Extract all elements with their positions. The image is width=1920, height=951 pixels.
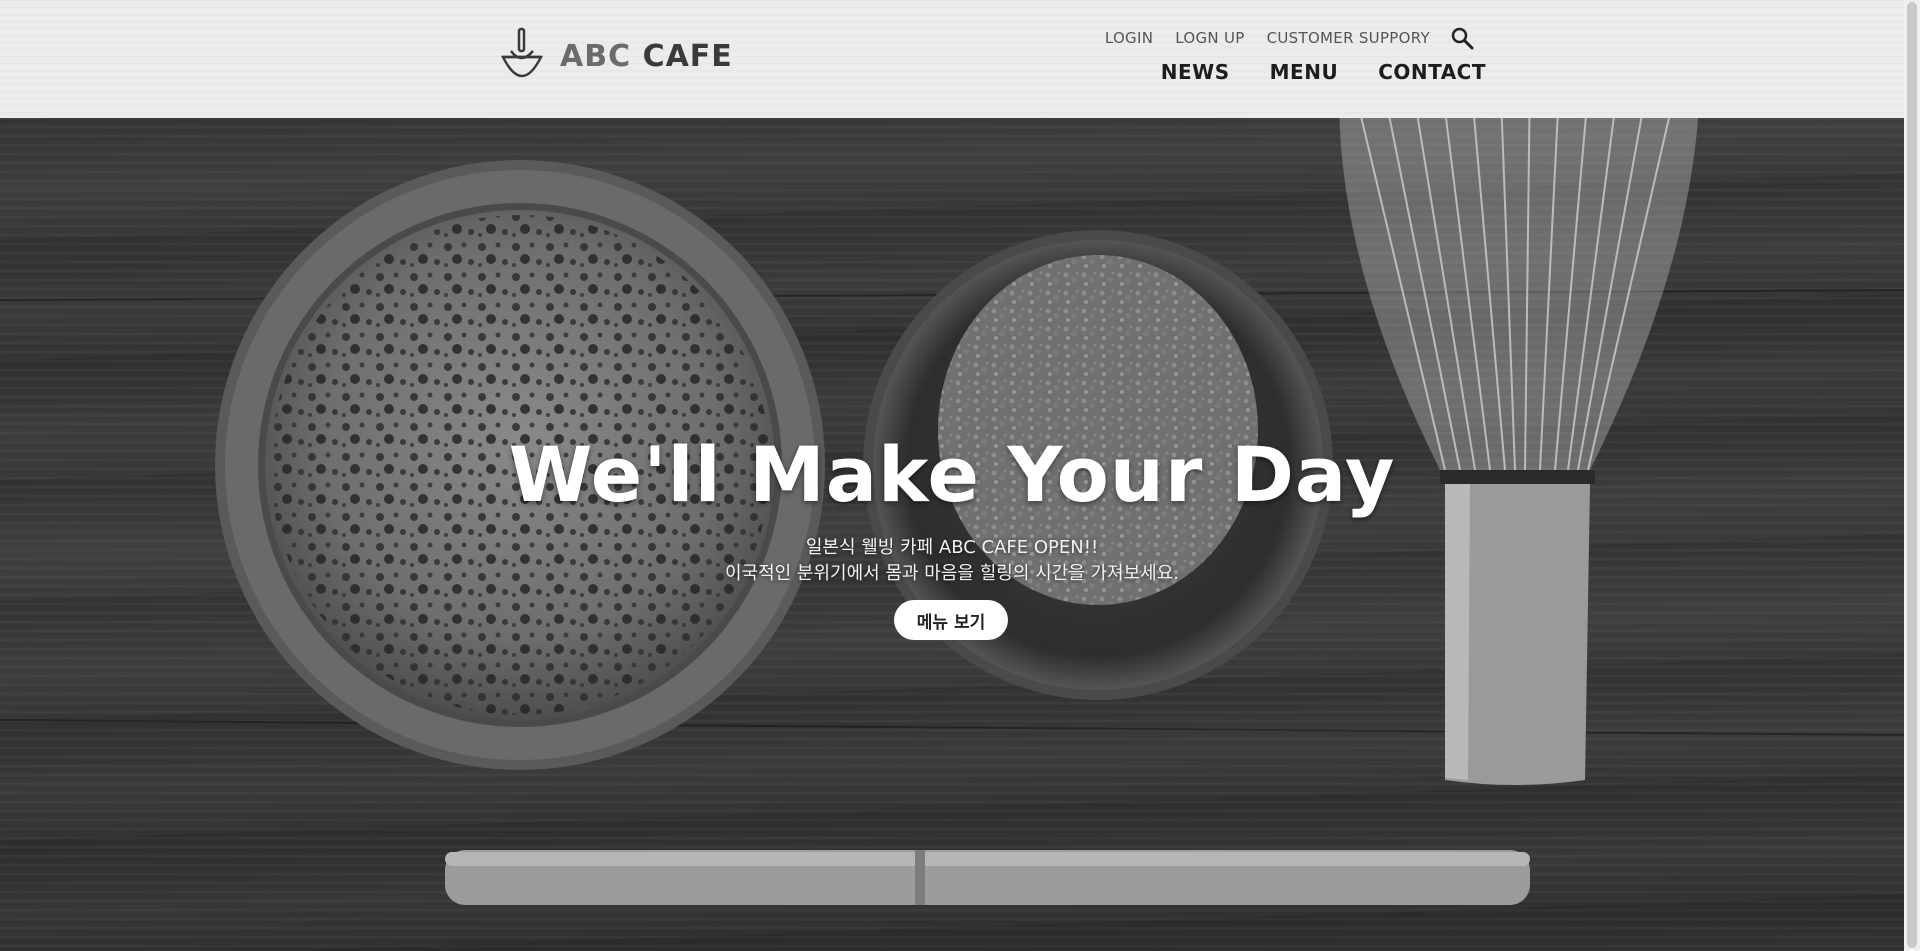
signup-link[interactable]: LOGN UP — [1175, 29, 1244, 47]
site-logo[interactable]: ABC CAFE — [500, 26, 733, 86]
vertical-scrollbar[interactable] — [1904, 0, 1920, 951]
brand-name-bold: CAFE — [642, 38, 733, 74]
search-icon[interactable] — [1450, 26, 1474, 50]
site-header: ABC CAFE LOGIN LOGN UP CUSTOMER SUPPORY … — [0, 0, 1904, 118]
utility-nav: LOGIN LOGN UP CUSTOMER SUPPORY — [1083, 26, 1474, 50]
view-menu-button[interactable]: 메뉴 보기 — [894, 600, 1008, 640]
hero-subtitle: 일본식 웰빙 카페 ABC CAFE OPEN!! 이국적인 분위기에서 몸과 … — [0, 535, 1904, 587]
brand-name: ABC CAFE — [560, 39, 733, 74]
scrollbar-thumb[interactable] — [1907, 2, 1917, 948]
matcha-bowl-whisk-icon — [500, 27, 544, 78]
hero-title: We'll Make Your Day — [508, 430, 1396, 519]
nav-item-menu[interactable]: MENU — [1270, 60, 1339, 84]
brand-name-light: ABC — [560, 38, 632, 74]
main-nav: NEWS MENU CONTACT — [1121, 60, 1486, 84]
login-link[interactable]: LOGIN — [1105, 29, 1153, 47]
customer-support-link[interactable]: CUSTOMER SUPPORY — [1267, 29, 1430, 47]
hero-subtitle-line-1: 일본식 웰빙 카페 ABC CAFE OPEN!! — [805, 537, 1099, 558]
hero-subtitle-line-2: 이국적인 분위기에서 몸과 마음을 힐링의 시간을 가져보세요. — [724, 563, 1180, 584]
nav-item-news[interactable]: NEWS — [1161, 60, 1230, 84]
nav-item-contact[interactable]: CONTACT — [1378, 60, 1486, 84]
